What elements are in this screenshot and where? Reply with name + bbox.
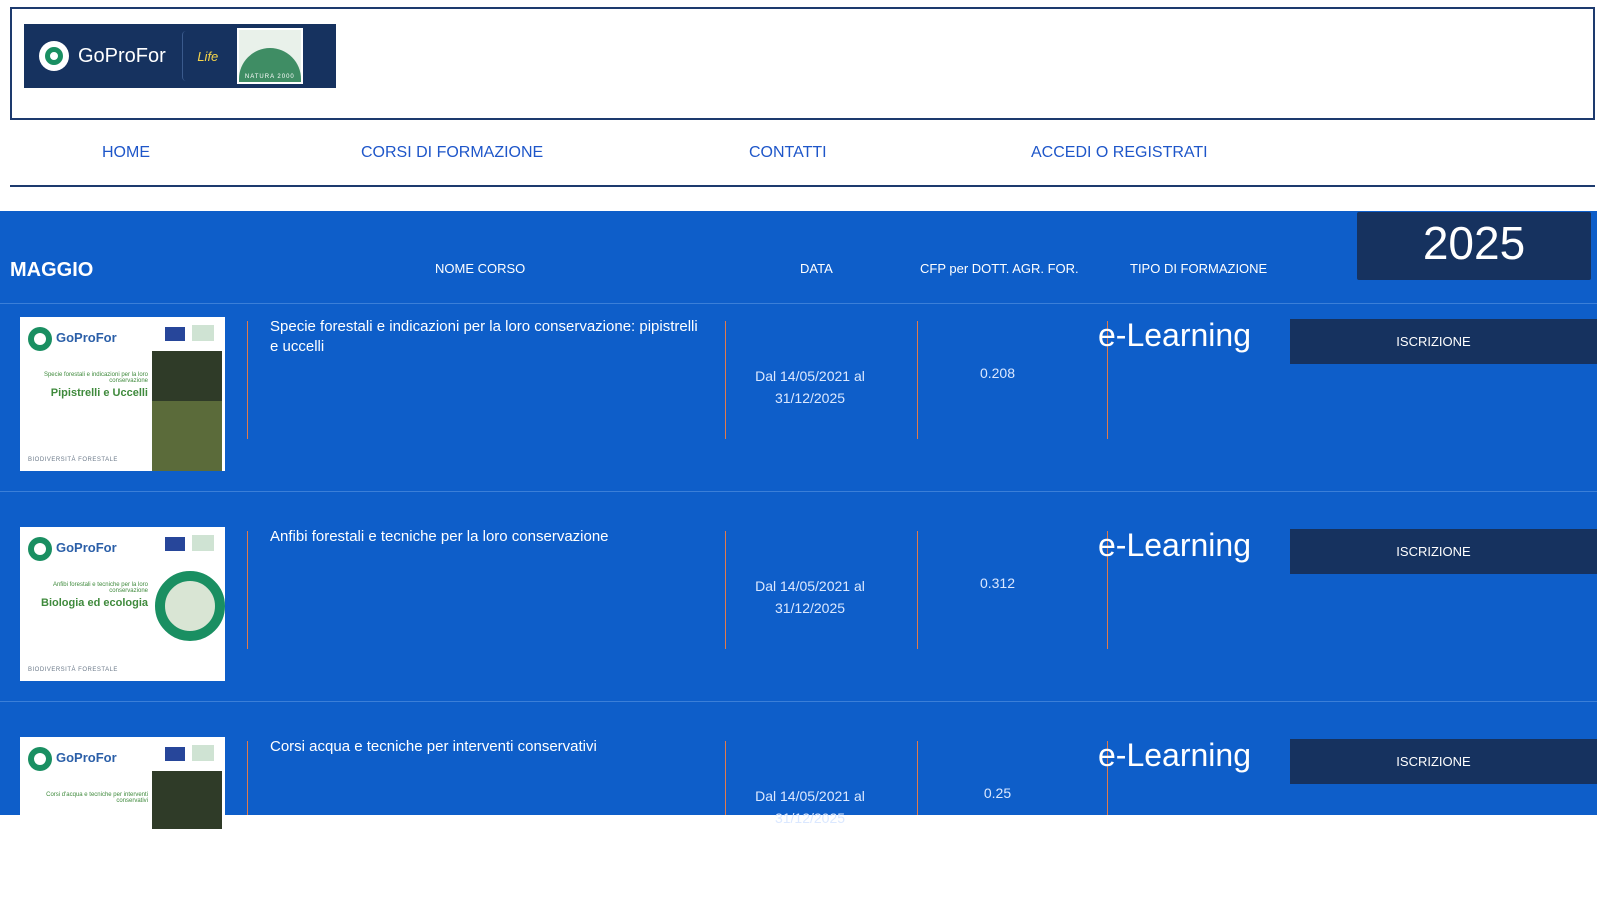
column-divider (725, 531, 726, 649)
course-date: Dal 14/05/2021 al 31/12/2025 (755, 368, 865, 406)
course-date: Dal 14/05/2021 al 31/12/2025 (755, 578, 865, 616)
course-date: Dal 14/05/2021 al 31/12/2025 (755, 788, 865, 826)
thumbnail-brand: GoProFor (56, 540, 117, 555)
nav-corsi-di-formazione[interactable]: CORSI DI FORMAZIONE (361, 144, 543, 162)
goprofor-logo-icon (28, 327, 52, 351)
course-cfp: 0.25 (983, 785, 1012, 801)
thumbnail-brand: GoProFor (56, 750, 117, 765)
eu-flag-icon (165, 537, 185, 551)
row-divider (0, 491, 1597, 492)
course-row: GoProFor Corsi d'acqua e tecniche per in… (0, 723, 1597, 923)
column-divider (247, 321, 248, 439)
column-header-type: TIPO DI FORMAZIONE (1130, 261, 1268, 276)
month-label: MAGGIO (10, 259, 94, 281)
nav-accedi-registrati[interactable]: ACCEDI O REGISTRATI (1031, 144, 1208, 162)
thumbnail-brand: GoProFor (56, 330, 117, 345)
column-divider (725, 741, 726, 815)
course-thumbnail[interactable]: GoProFor Specie forestali e indicazioni … (20, 317, 225, 471)
thumbnail-subtitle: Anfibi forestali e tecniche per la loro … (52, 582, 148, 594)
stream-photo (152, 771, 222, 829)
thumbnail-subtitle: Specie forestali e indicazioni per la lo… (43, 372, 148, 384)
nav-divider (10, 185, 1595, 187)
bird-photo (152, 401, 222, 471)
eu-life-logo-icon: Life (181, 31, 233, 81)
column-divider (247, 741, 248, 815)
column-header-cfp: CFP per DOTT. AGR. FOR. (920, 261, 1079, 276)
thumbnail-title: Biologia ed ecologia (41, 597, 148, 609)
eu-flag-icon (165, 747, 185, 761)
column-divider (725, 321, 726, 439)
course-row: GoProFor Specie forestali e indicazioni … (0, 303, 1597, 503)
course-title[interactable]: Specie forestali e indicazioni per la lo… (270, 317, 710, 357)
course-thumbnail[interactable]: GoProFor Anfibi forestali e tecniche per… (20, 527, 225, 681)
logo-text: GoProFor (78, 44, 166, 67)
frog-photo (155, 571, 225, 641)
course-type: e-Learning (1098, 737, 1251, 773)
course-thumbnail[interactable]: GoProFor Corsi d'acqua e tecniche per in… (20, 737, 225, 829)
course-type: e-Learning (1098, 527, 1251, 563)
natura-logo-icon (192, 745, 214, 761)
thumbnail-footer: BIODIVERSITÀ FORESTALE (28, 457, 118, 463)
course-title[interactable]: Anfibi forestali e tecniche per la loro … (270, 527, 710, 547)
row-divider (0, 701, 1597, 702)
thumbnail-subtitle: Corsi d'acqua e tecniche per interventi … (46, 792, 148, 804)
course-title[interactable]: Corsi acqua e tecniche per interventi co… (270, 737, 710, 757)
thumbnail-title: Pipistrelli e Uccelli (50, 387, 148, 399)
nav-contatti[interactable]: CONTATTI (749, 144, 827, 162)
column-header-date: DATA (800, 261, 833, 276)
eu-flag-icon (165, 327, 185, 341)
natura-2000-logo-icon: NATURA 2000 (236, 28, 303, 84)
course-cfp: 0.312 (979, 575, 1016, 591)
goprofor-logo-icon (28, 747, 52, 771)
iscrizione-button[interactable]: ISCRIZIONE (1290, 319, 1597, 364)
goprofor-logo-icon (28, 537, 52, 561)
course-cfp: 0.208 (979, 365, 1016, 381)
column-divider (917, 741, 918, 815)
course-row: GoProFor Anfibi forestali e tecniche per… (0, 513, 1597, 713)
course-type: e-Learning (1098, 317, 1251, 353)
thumbnail-footer: BIODIVERSITÀ FORESTALE (28, 667, 118, 673)
natura-logo-icon (192, 535, 214, 551)
site-logo-banner[interactable]: GoProFor Life NATURA 2000 (24, 24, 336, 88)
year-badge: 2025 (1357, 212, 1591, 280)
nav-home[interactable]: HOME (102, 144, 150, 162)
column-divider (247, 531, 248, 649)
iscrizione-button[interactable]: ISCRIZIONE (1290, 739, 1597, 784)
natura-logo-icon (192, 325, 214, 341)
column-header-name: NOME CORSO (435, 261, 526, 276)
goprofor-logo-icon (39, 41, 69, 71)
main-nav: HOME CORSI DI FORMAZIONE CONTATTI ACCEDI… (0, 144, 1597, 166)
iscrizione-button[interactable]: ISCRIZIONE (1290, 529, 1597, 574)
